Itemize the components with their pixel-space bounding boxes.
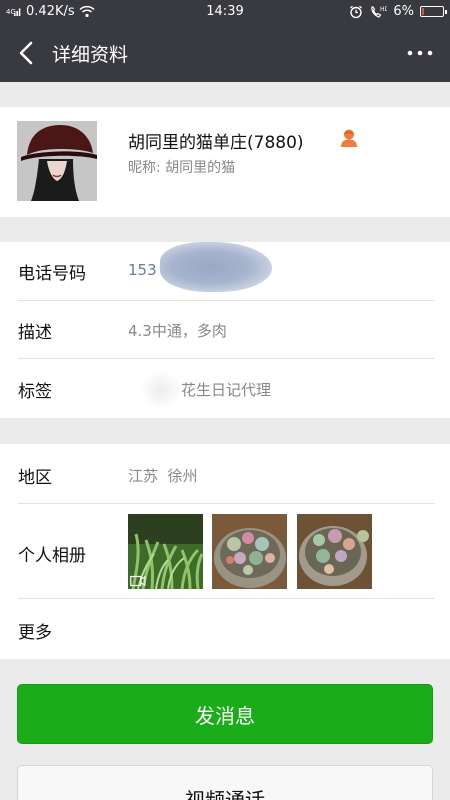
status-right: HD 6% [349,4,447,19]
video-call-button[interactable]: 视频通话 [17,765,433,800]
battery-percent: 6% [393,4,414,19]
profile-nickname: 昵称: 胡同里的猫 [128,160,236,176]
succulent-photo-image [297,514,372,589]
battery-icon [420,6,447,17]
back-icon[interactable] [14,36,40,70]
more-row[interactable]: 更多 [0,599,450,659]
page-title: 详细资料 [52,44,129,66]
avatar[interactable] [17,121,97,201]
album-label: 个人相册 [18,546,86,566]
redaction-blur [160,242,272,292]
redaction-smudge [140,372,182,408]
region-value: 江苏 徐州 [128,467,198,485]
svg-text:HD: HD [380,6,387,13]
album-photo-2[interactable] [212,514,287,589]
phone-value[interactable]: 153 [128,261,157,279]
female-user-icon [341,129,357,147]
description-row[interactable]: 描述 4.3中通，多肉 [0,300,450,358]
status-bar: 4G 0.42K/s 14:39 HD 6% [0,0,450,24]
description-value: 4.3中通，多肉 [128,322,227,340]
hd-call-icon: HD [371,6,387,18]
avatar-image [17,121,97,201]
battery-fill [422,8,424,15]
tags-label: 标签 [18,382,52,402]
album-photo-3[interactable] [297,514,372,589]
more-label: 更多 [18,623,52,643]
video-icon [130,575,146,587]
profile-name: 胡同里的猫单庄(7880) [128,133,304,153]
more-icon[interactable] [406,43,434,63]
region-label: 地区 [18,468,52,488]
succulent-photo-image [212,514,287,589]
send-message-button[interactable]: 发消息 [17,684,433,744]
region-row: 地区 江苏 徐州 [0,444,450,503]
album-photo-1[interactable] [128,514,203,589]
description-label: 描述 [18,323,52,343]
tags-row[interactable]: 标签 花生日记代理 [0,358,450,418]
tags-value: 花生日记代理 [181,381,272,399]
phone-label: 电话号码 [18,264,86,284]
nav-bar: 详细资料 [0,24,450,82]
alarm-icon [350,5,363,18]
